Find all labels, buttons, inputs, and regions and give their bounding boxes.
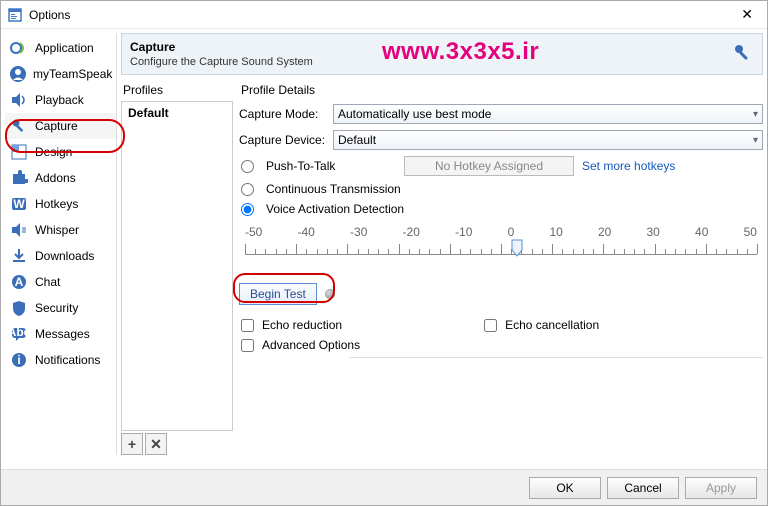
svg-text:Abc: Abc — [10, 325, 28, 339]
sidebar-item-design[interactable]: Design — [5, 139, 116, 165]
window-title: Options — [29, 8, 733, 22]
chat-icon: A — [9, 272, 29, 292]
delete-profile-button[interactable]: ✕ — [145, 433, 167, 455]
sidebar-item-hotkeys[interactable]: W Hotkeys — [5, 191, 116, 217]
design-icon — [9, 142, 29, 162]
profiles-heading: Profiles — [121, 79, 233, 101]
add-profile-button[interactable]: + — [121, 433, 143, 455]
profiles-list[interactable]: Default — [121, 101, 233, 431]
slider-thumb[interactable] — [511, 239, 523, 257]
capture-mode-label: Capture Mode: — [239, 107, 327, 121]
msg-icon: Abc — [9, 324, 29, 344]
svg-text:i: i — [17, 353, 20, 367]
mic-icon — [9, 116, 29, 136]
split: Profiles Default + ✕ Profile Details Cap… — [121, 79, 763, 455]
options-icon — [7, 7, 23, 23]
cancel-button[interactable]: Cancel — [607, 477, 679, 499]
continuous-label: Continuous Transmission — [266, 182, 401, 196]
test-led-icon — [325, 289, 335, 299]
shield-icon — [9, 298, 29, 318]
sidebar-item-messages[interactable]: Abc Messages — [5, 321, 116, 347]
begin-test-button[interactable]: Begin Test — [239, 283, 317, 305]
sidebar-item-label: Hotkeys — [35, 197, 78, 211]
info-icon: i — [9, 350, 29, 370]
dialog-buttons: OK Cancel Apply — [1, 469, 767, 505]
sidebar-item-notifications[interactable]: i Notifications — [5, 347, 116, 373]
svg-text:A: A — [15, 275, 24, 289]
mic-icon — [732, 42, 754, 67]
sidebar-item-label: Design — [35, 145, 72, 159]
ts-icon — [9, 64, 27, 84]
profiles-panel: Profiles Default + ✕ — [121, 79, 233, 455]
echo-cancellation-checkbox[interactable]: Echo cancellation — [482, 318, 599, 332]
capture-mode-select[interactable]: Automatically use best mode — [333, 104, 763, 124]
ptt-label: Push-To-Talk — [266, 159, 396, 173]
sidebar-item-label: Whisper — [35, 223, 79, 237]
capture-device-select[interactable]: Default — [333, 130, 763, 150]
sidebar-item-capture[interactable]: Capture — [5, 113, 116, 139]
options-window: Options ✕ Application myTeamSpeak Playback… — [0, 0, 768, 506]
echo-reduction-checkbox[interactable]: Echo reduction — [239, 318, 342, 332]
more-hotkeys-link[interactable]: Set more hotkeys — [582, 159, 675, 173]
sidebar-item-security[interactable]: Security — [5, 295, 116, 321]
sidebar-item-application[interactable]: Application — [5, 35, 116, 61]
titlebar: Options ✕ — [1, 1, 767, 29]
section-header: Capture Configure the Capture Sound Syst… — [121, 33, 763, 75]
sidebar-item-label: Application — [35, 41, 94, 55]
sidebar: Application myTeamSpeak Playback Capture Des… — [5, 33, 117, 455]
sidebar-item-label: Notifications — [35, 353, 100, 367]
svg-text:W: W — [13, 197, 25, 211]
ptt-radio[interactable] — [241, 160, 254, 173]
sidebar-item-label: Addons — [35, 171, 76, 185]
sidebar-item-label: Chat — [35, 275, 60, 289]
continuous-radio[interactable] — [241, 183, 254, 196]
sidebar-item-label: Playback — [35, 93, 84, 107]
app-icon — [9, 38, 29, 58]
hotkey-button[interactable]: No Hotkey Assigned — [404, 156, 574, 176]
speaker-icon — [9, 90, 29, 110]
vad-slider[interactable]: -50-40-30-20-1001020304050 — [239, 225, 763, 269]
vad-label: Voice Activation Detection — [266, 202, 404, 216]
sidebar-item-label: Downloads — [35, 249, 94, 263]
body: Application myTeamSpeak Playback Capture Des… — [1, 29, 767, 459]
profile-item[interactable]: Default — [122, 102, 232, 124]
advanced-options-checkbox[interactable]: Advanced Options — [239, 338, 763, 352]
sidebar-item-whisper[interactable]: Whisper — [5, 217, 116, 243]
details-heading: Profile Details — [239, 79, 763, 101]
sidebar-item-label: Security — [35, 301, 78, 315]
main-panel: Capture Configure the Capture Sound Syst… — [121, 33, 763, 455]
vad-radio[interactable] — [241, 203, 254, 216]
watermark-text: www.3x3x5.ir — [382, 38, 539, 66]
keyw-icon: W — [9, 194, 29, 214]
sidebar-item-addons[interactable]: Addons — [5, 165, 116, 191]
sidebar-item-myteamspeak[interactable]: myTeamSpeak — [5, 61, 116, 87]
sidebar-item-label: myTeamSpeak — [33, 67, 112, 81]
ok-button[interactable]: OK — [529, 477, 601, 499]
close-button[interactable]: ✕ — [733, 4, 761, 25]
whisper-icon — [9, 220, 29, 240]
profile-details: Profile Details Capture Mode: Automatica… — [239, 79, 763, 455]
download-icon — [9, 246, 29, 266]
sidebar-item-playback[interactable]: Playback — [5, 87, 116, 113]
capture-device-label: Capture Device: — [239, 133, 327, 147]
puzzle-icon — [9, 168, 29, 188]
sidebar-item-downloads[interactable]: Downloads — [5, 243, 116, 269]
sidebar-item-label: Messages — [35, 327, 90, 341]
apply-button[interactable]: Apply — [685, 477, 757, 499]
sidebar-item-label: Capture — [35, 119, 78, 133]
profile-buttons: + ✕ — [121, 433, 233, 455]
sidebar-item-chat[interactable]: A Chat — [5, 269, 116, 295]
